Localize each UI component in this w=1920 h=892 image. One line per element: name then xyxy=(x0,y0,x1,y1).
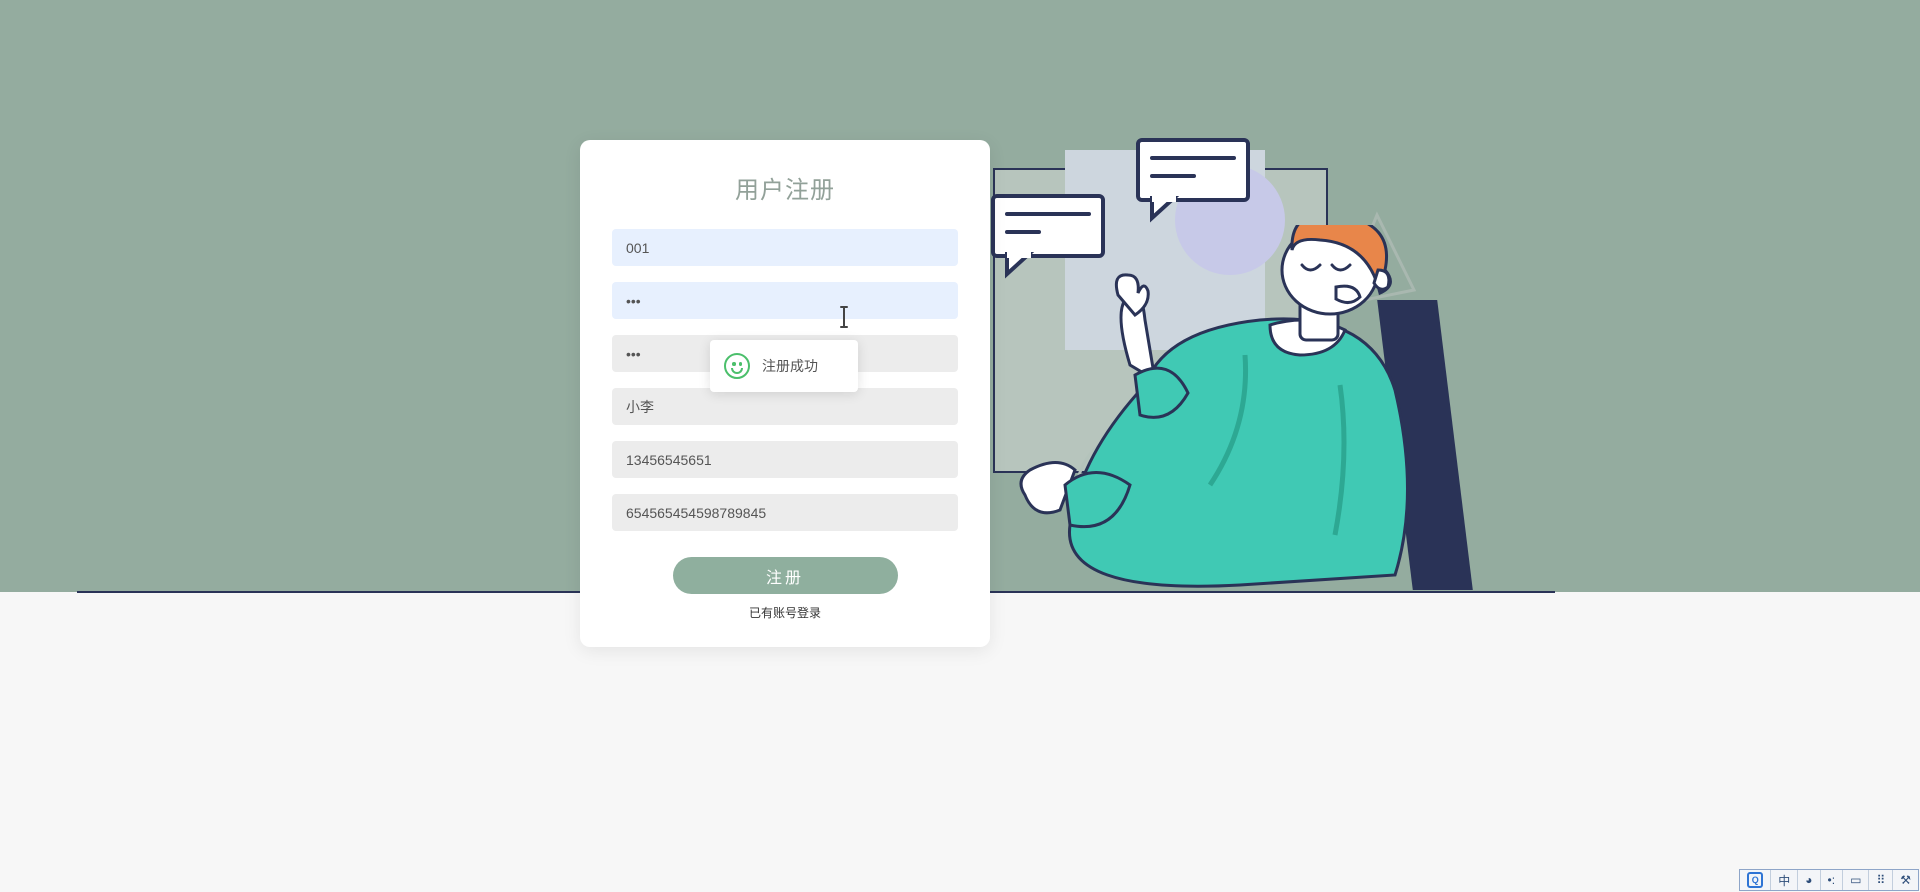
ime-keyboard-button[interactable]: ▭ xyxy=(1843,870,1869,890)
register-button[interactable]: 注册 xyxy=(673,557,898,594)
ime-logo-icon: Q xyxy=(1747,872,1763,888)
speech-bubble-icon xyxy=(1134,136,1259,231)
ime-toolbar[interactable]: Q 中 ◕ •: ▭ ⠿ ⚒ xyxy=(1739,869,1919,891)
text-cursor-icon xyxy=(843,308,845,326)
success-toast: 注册成功 xyxy=(710,340,858,392)
ime-punct-small-button[interactable]: •: xyxy=(1821,870,1844,890)
ime-settings-button[interactable]: ⚒ xyxy=(1893,870,1918,890)
password-input[interactable] xyxy=(612,282,958,319)
ime-punct-button[interactable]: ◕ xyxy=(1798,870,1820,890)
realname-input[interactable] xyxy=(612,388,958,425)
idcard-input[interactable] xyxy=(612,494,958,531)
card-title: 用户注册 xyxy=(612,170,958,205)
smile-success-icon xyxy=(724,353,750,379)
login-link[interactable]: 已有账号登录 xyxy=(612,604,958,621)
toast-message: 注册成功 xyxy=(762,356,818,376)
phone-input[interactable] xyxy=(612,441,958,478)
userid-input[interactable] xyxy=(612,229,958,266)
ime-toolbar-handle[interactable]: ⠿ xyxy=(1869,870,1893,890)
ime-language-button[interactable]: 中 xyxy=(1771,870,1798,890)
ime-logo-button[interactable]: Q xyxy=(1740,870,1771,890)
register-card: 用户注册 注册 已有账号登录 xyxy=(580,140,990,647)
illustration-person xyxy=(1000,225,1470,595)
